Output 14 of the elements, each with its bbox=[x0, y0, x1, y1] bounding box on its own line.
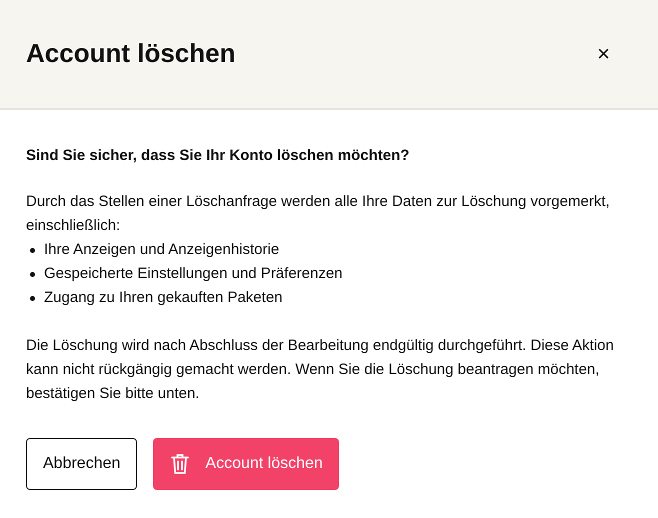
delete-account-button[interactable]: Account löschen bbox=[153, 438, 339, 490]
list-item-text: Zugang zu Ihren gekauften Paketen bbox=[44, 288, 283, 308]
dialog-title: Account löschen bbox=[26, 38, 236, 70]
intro-text: Durch das Stellen einer Löschanfrage werden alle Ihre Daten zur Löschung vorgemerkt, einschließlich: bbox=[26, 192, 611, 236]
bullet-icon bbox=[30, 272, 35, 276]
close-button[interactable]: × bbox=[591, 43, 616, 65]
list-item-text: Ihre Anzeigen und Anzeigenhistorie bbox=[44, 240, 280, 260]
bullet-icon bbox=[30, 296, 35, 300]
cancel-button[interactable]: Abbrechen bbox=[26, 438, 138, 490]
list-item-text: Gespeicherte Einstellungen und Präferenzen bbox=[44, 264, 343, 284]
bullet-icon bbox=[30, 248, 35, 252]
trash-icon bbox=[171, 453, 190, 475]
warning-text: Die Löschung wird nach Abschluss der Bearbeitung endgültig durchgeführt. Diese Aktion kann nicht rückgängig gemacht werden. Wenn Sie die Löschung beantragen möchten, bestätigen Sie bitte unten. bbox=[26, 336, 615, 404]
confirmation-question: Sind Sie sicher, dass Sie Ihr Konto löschen möchten? bbox=[26, 146, 410, 166]
